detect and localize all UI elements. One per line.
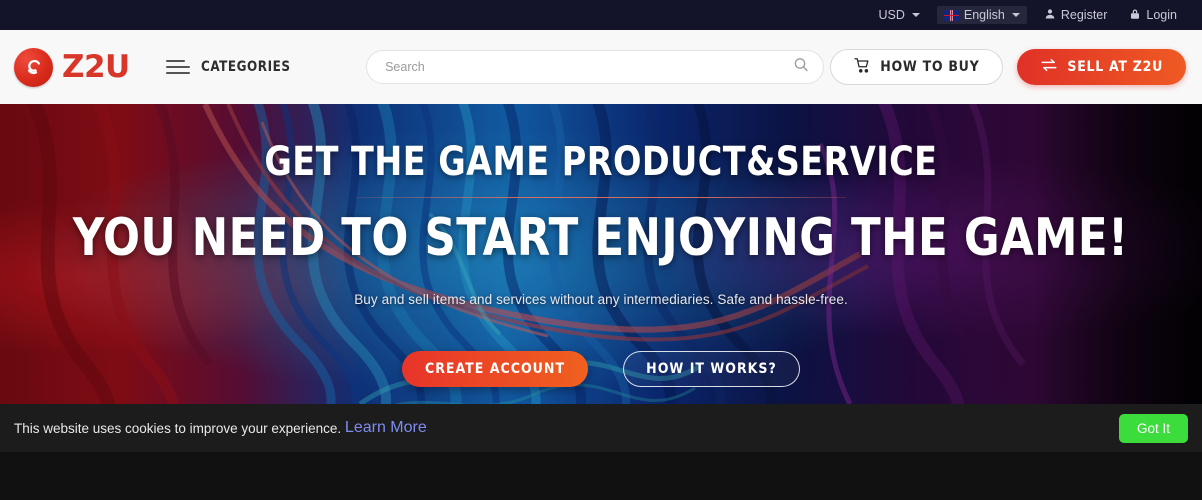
categories-label: CATEGORIES bbox=[200, 59, 291, 75]
uk-flag-icon bbox=[943, 9, 959, 21]
currency-label: USD bbox=[878, 8, 905, 22]
currency-selector[interactable]: USD bbox=[867, 0, 930, 30]
sell-at-z2u-label: SELL AT Z2U bbox=[1067, 59, 1163, 75]
main-navigation-bar: Z2U CATEGORIES HOW TO BUY bbox=[0, 30, 1202, 104]
search-container bbox=[366, 50, 825, 84]
nav-actions: HOW TO BUY SELL AT Z2U bbox=[830, 49, 1186, 85]
hero-headline-secondary: YOU NEED TO START ENJOYING THE GAME! bbox=[73, 208, 1129, 268]
search-icon[interactable] bbox=[793, 57, 809, 78]
user-icon bbox=[1044, 8, 1056, 23]
register-label: Register bbox=[1060, 8, 1108, 22]
shopping-cart-icon bbox=[854, 57, 871, 78]
register-link[interactable]: Register bbox=[1033, 0, 1119, 30]
hero-headline-primary: GET THE GAME PRODUCT&SERVICE bbox=[264, 139, 938, 185]
create-account-button[interactable]: CREATE ACCOUNT bbox=[402, 351, 588, 387]
cookie-learn-more-link[interactable]: Learn More bbox=[345, 419, 427, 437]
hero-banner: GET THE GAME PRODUCT&SERVICE YOU NEED TO… bbox=[0, 104, 1202, 452]
chevron-down-icon bbox=[1011, 13, 1020, 17]
login-label: Login bbox=[1146, 8, 1177, 22]
top-utility-bar: USD English Register Login bbox=[0, 0, 1202, 30]
how-to-buy-label: HOW TO BUY bbox=[880, 59, 980, 75]
how-to-buy-button[interactable]: HOW TO BUY bbox=[830, 49, 1004, 85]
z2u-logo-icon bbox=[14, 47, 53, 87]
hero-divider bbox=[356, 197, 846, 198]
hero-cta-row: CREATE ACCOUNT HOW IT WORKS? bbox=[402, 351, 800, 387]
language-selector[interactable]: English bbox=[936, 6, 1027, 24]
how-it-works-button[interactable]: HOW IT WORKS? bbox=[623, 351, 800, 387]
brand-name: Z2U bbox=[62, 49, 130, 85]
cookie-accept-button[interactable]: Got It bbox=[1118, 413, 1188, 443]
language-label: English bbox=[963, 8, 1005, 22]
hero-subtitle: Buy and sell items and services without … bbox=[354, 292, 848, 307]
chevron-down-icon bbox=[911, 13, 920, 17]
hamburger-icon bbox=[165, 60, 190, 74]
lock-icon bbox=[1129, 8, 1141, 23]
cookie-consent-bar: This website uses cookies to improve you… bbox=[0, 404, 1202, 452]
cookie-message: This website uses cookies to improve you… bbox=[14, 420, 342, 436]
categories-menu[interactable]: CATEGORIES bbox=[165, 59, 298, 75]
sell-at-z2u-button[interactable]: SELL AT Z2U bbox=[1017, 49, 1186, 85]
exchange-arrows-icon bbox=[1040, 56, 1058, 78]
hero-content: GET THE GAME PRODUCT&SERVICE YOU NEED TO… bbox=[0, 104, 1202, 452]
search-input[interactable] bbox=[366, 50, 825, 84]
site-logo[interactable]: Z2U bbox=[14, 47, 130, 87]
login-link[interactable]: Login bbox=[1118, 0, 1188, 30]
